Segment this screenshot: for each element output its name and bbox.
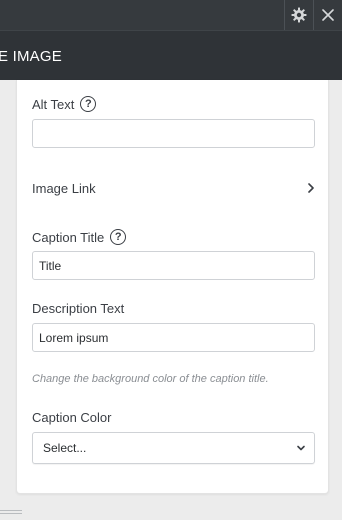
- description-text-input[interactable]: [32, 323, 315, 352]
- image-link-label: Image Link: [32, 180, 96, 196]
- caption-title-label: Caption Title: [32, 229, 105, 245]
- settings-card: Alt Text ? Image Link Caption Title ? De…: [16, 80, 329, 494]
- gear-icon: [291, 7, 307, 23]
- caption-title-input[interactable]: [32, 251, 315, 280]
- caption-color-select[interactable]: Select...: [32, 432, 315, 464]
- chevron-down-icon: [297, 445, 305, 451]
- description-text-label: Description Text: [32, 301, 125, 316]
- chevron-right-icon: [308, 183, 314, 193]
- resize-handle[interactable]: [0, 510, 22, 516]
- alt-text-label: Alt Text: [32, 96, 75, 112]
- top-toolbar: [0, 0, 342, 30]
- caption-color-selected: Select...: [43, 441, 87, 455]
- caption-color-hint: Change the background color of the capti…: [32, 373, 269, 385]
- alt-text-label-row: Alt Text ?: [32, 96, 97, 112]
- image-link-row[interactable]: Image Link: [32, 178, 315, 198]
- description-label-row: Description Text: [32, 301, 124, 316]
- caption-title-label-row: Caption Title ?: [32, 229, 127, 245]
- help-icon[interactable]: ?: [80, 96, 97, 112]
- close-button[interactable]: [314, 0, 342, 30]
- close-icon: [322, 9, 334, 21]
- settings-button[interactable]: [285, 0, 313, 30]
- caption-color-label: Caption Color: [32, 410, 112, 425]
- help-icon[interactable]: ?: [110, 229, 127, 245]
- panel-title: E IMAGE: [0, 48, 62, 65]
- panel-header: E IMAGE: [0, 30, 342, 80]
- alt-text-input[interactable]: [32, 119, 315, 148]
- caption-color-label-row: Caption Color: [32, 410, 112, 425]
